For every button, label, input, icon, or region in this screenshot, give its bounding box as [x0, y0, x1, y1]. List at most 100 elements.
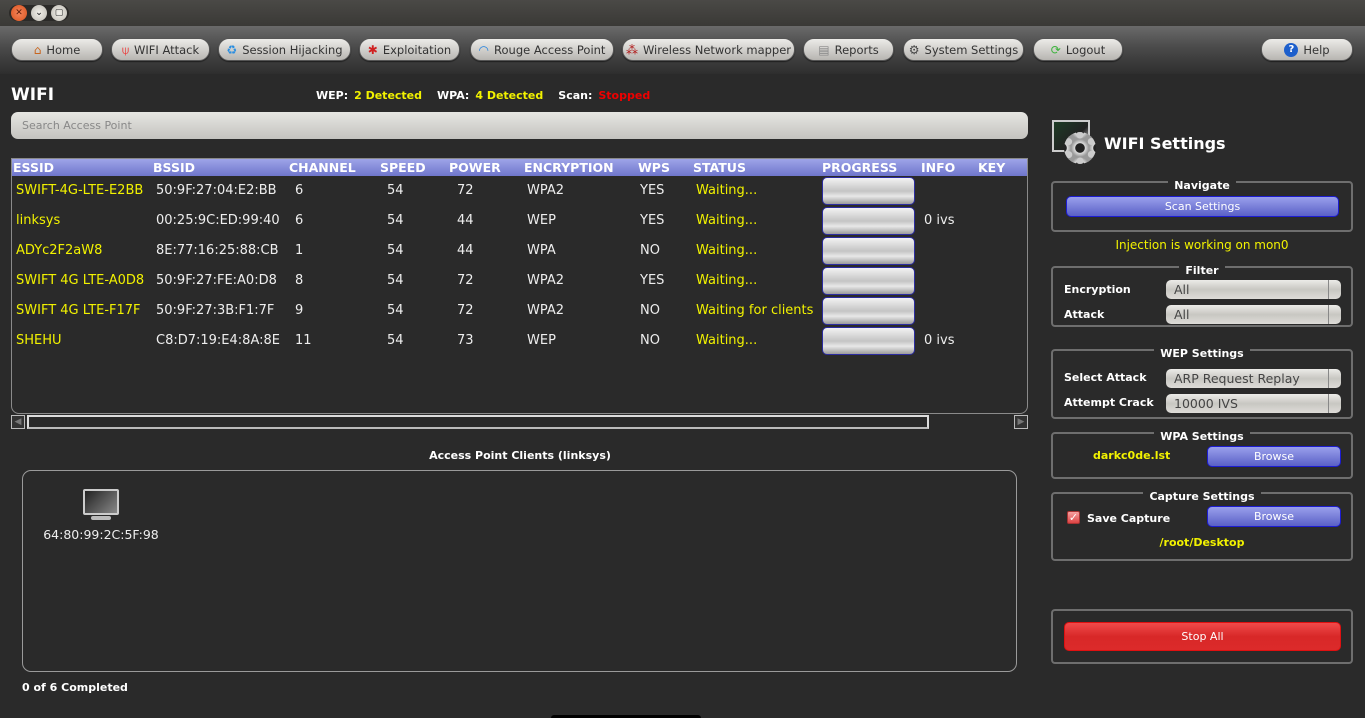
- minimize-window-button[interactable]: ⌄: [31, 5, 47, 21]
- rouge-access-point-label: Rouge Access Point: [494, 42, 606, 57]
- client-item[interactable]: 64:80:99:2C:5F:98: [41, 489, 161, 542]
- cell-speed: 54: [387, 333, 404, 348]
- column-bssid[interactable]: BSSID: [153, 160, 195, 175]
- arrow-left-icon: ◀: [14, 417, 22, 427]
- table-row[interactable]: SWIFT 4G LTE-A0D8 50:9F:27:FE:A0:D8 8 54 72 W…: [12, 266, 1027, 296]
- cell-essid: SWIFT 4G LTE-A0D8: [16, 273, 145, 288]
- cell-power: 44: [457, 243, 474, 258]
- progress-bar: [822, 327, 915, 355]
- cell-essid: SWIFT-4G-LTE-E2BB: [16, 183, 144, 198]
- logout-label: Logout: [1065, 42, 1106, 57]
- recycle-icon: ♻: [226, 42, 238, 57]
- column-key[interactable]: KEY: [978, 160, 1005, 175]
- column-status[interactable]: STATUS: [693, 160, 746, 175]
- cell-wps: YES: [640, 213, 665, 228]
- cell-status: Waiting...: [696, 273, 758, 288]
- injection-status: Injection is working on mon0: [1115, 238, 1289, 252]
- cell-status: Waiting for clients: [696, 303, 814, 318]
- monitor-stand: [91, 516, 111, 520]
- scrollbar-thumb[interactable]: [27, 415, 929, 429]
- wireless-network-mapper-button[interactable]: ⁂ Wireless Network mapper: [622, 38, 795, 61]
- stop-all-button[interactable]: Stop All: [1064, 622, 1341, 651]
- table-row[interactable]: SHEHU C8:D7:19:E4:8A:8E 11 54 73 WEP NO Waiting…: [12, 326, 1027, 356]
- table-row[interactable]: SWIFT 4G LTE-F17F 50:9F:27:3B:F1:7F 9 54 72 W…: [12, 296, 1027, 326]
- progress-bar: [822, 297, 915, 325]
- navigate-group: Navigate Scan Settings: [1051, 179, 1353, 232]
- antenna-icon: ⍦: [121, 42, 130, 57]
- logout-button[interactable]: ⟳ Logout: [1033, 38, 1123, 61]
- scan-settings-button[interactable]: Scan Settings: [1066, 196, 1339, 217]
- rouge-access-point-button[interactable]: ◠ Rouge Access Point: [470, 38, 614, 61]
- wep-count: 2 Detected: [354, 89, 423, 102]
- encryption-select[interactable]: All: [1166, 280, 1341, 299]
- wpa-browse-button[interactable]: Browse: [1207, 446, 1341, 467]
- wifi-attack-button[interactable]: ⍦ WIFI Attack: [111, 38, 210, 61]
- cell-bssid: 00:25:9C:ED:99:40: [156, 213, 280, 228]
- cell-info: 0 ivs: [924, 333, 955, 348]
- cell-channel: 6: [295, 213, 304, 228]
- cell-wps: NO: [640, 333, 660, 348]
- cell-bssid: 50:9F:27:3B:F1:7F: [156, 303, 275, 318]
- close-window-button[interactable]: ✕: [11, 5, 27, 21]
- monitor-icon: [83, 489, 119, 515]
- column-wps[interactable]: WPS: [638, 160, 670, 175]
- session-hijacking-button[interactable]: ♻ Session Hijacking: [218, 38, 351, 61]
- table-row[interactable]: ADYc2F2aW8 8E:77:16:25:88:CB 1 54 44 WPA NO Wai…: [12, 236, 1027, 266]
- scroll-left-button[interactable]: ◀: [11, 415, 25, 429]
- wpa-label: WPA:: [437, 89, 470, 102]
- progress-bar: [822, 207, 915, 235]
- maximize-icon: ▢: [54, 8, 64, 18]
- completed-status: 0 of 6 Completed: [22, 681, 128, 694]
- cell-wps: NO: [640, 303, 660, 318]
- cell-channel: 6: [295, 183, 304, 198]
- column-progress[interactable]: PROGRESS: [822, 160, 897, 175]
- column-encryption[interactable]: ENCRYPTION: [524, 160, 614, 175]
- attempt-crack-select[interactable]: 10000 IVS: [1166, 394, 1341, 413]
- column-speed[interactable]: SPEED: [380, 160, 426, 175]
- reports-button[interactable]: ▤ Reports: [803, 38, 894, 61]
- search-access-point-input[interactable]: [11, 112, 1028, 139]
- exploitation-button[interactable]: ✱ Exploitation: [359, 38, 460, 61]
- cell-channel: 9: [295, 303, 304, 318]
- system-settings-button[interactable]: ⚙ System Settings: [903, 38, 1024, 61]
- cell-encryption: WPA: [527, 243, 556, 258]
- save-capture-checkbox[interactable]: ✓: [1067, 511, 1080, 524]
- session-hijacking-label: Session Hijacking: [242, 42, 343, 57]
- column-channel[interactable]: CHANNEL: [289, 160, 356, 175]
- cell-essid: ADYc2F2aW8: [16, 243, 103, 258]
- home-button[interactable]: ⌂ Home: [11, 38, 103, 61]
- page-title: WIFI: [11, 85, 55, 105]
- capture-settings-legend: Capture Settings: [1143, 490, 1261, 503]
- cell-speed: 54: [387, 243, 404, 258]
- scroll-right-button[interactable]: ▶: [1014, 415, 1028, 429]
- maximize-window-button[interactable]: ▢: [51, 5, 67, 21]
- select-attack-select[interactable]: ARP Request Replay: [1166, 369, 1341, 388]
- cell-wps: YES: [640, 183, 665, 198]
- column-essid[interactable]: ESSID: [13, 160, 54, 175]
- cell-encryption: WPA2: [527, 273, 565, 288]
- settings-icon: ⚙: [908, 42, 920, 57]
- wireless-network-mapper-label: Wireless Network mapper: [642, 42, 792, 57]
- table-row[interactable]: SWIFT-4G-LTE-E2BB 50:9F:27:04:E2:BB 6 54 72 W…: [12, 176, 1027, 206]
- column-info[interactable]: INFO: [921, 160, 955, 175]
- clients-title: Access Point Clients (linksys): [429, 449, 611, 462]
- help-icon: ?: [1284, 42, 1299, 57]
- table-row[interactable]: linksys 00:25:9C:ED:99:40 6 54 44 WEP YES Waiti…: [12, 206, 1027, 236]
- cell-bssid: 50:9F:27:04:E2:BB: [156, 183, 277, 198]
- progress-bar: [822, 177, 915, 205]
- cell-essid: linksys: [16, 213, 61, 228]
- scan-status: Stopped: [598, 89, 651, 102]
- help-button[interactable]: ? Help: [1261, 38, 1353, 61]
- capture-path: /root/Desktop: [1159, 536, 1245, 549]
- cell-wps: NO: [640, 243, 660, 258]
- cell-wps: YES: [640, 273, 665, 288]
- horizontal-scrollbar[interactable]: ◀ ▶: [11, 415, 1028, 430]
- cell-encryption: WEP: [527, 213, 556, 228]
- client-mac: 64:80:99:2C:5F:98: [43, 527, 159, 542]
- attack-select[interactable]: All: [1166, 305, 1341, 324]
- capture-browse-button[interactable]: Browse: [1207, 506, 1341, 527]
- help-label: Help: [1303, 42, 1330, 57]
- column-power[interactable]: POWER: [449, 160, 501, 175]
- stop-all-group: Stop All: [1051, 609, 1353, 664]
- reports-label: Reports: [834, 42, 879, 57]
